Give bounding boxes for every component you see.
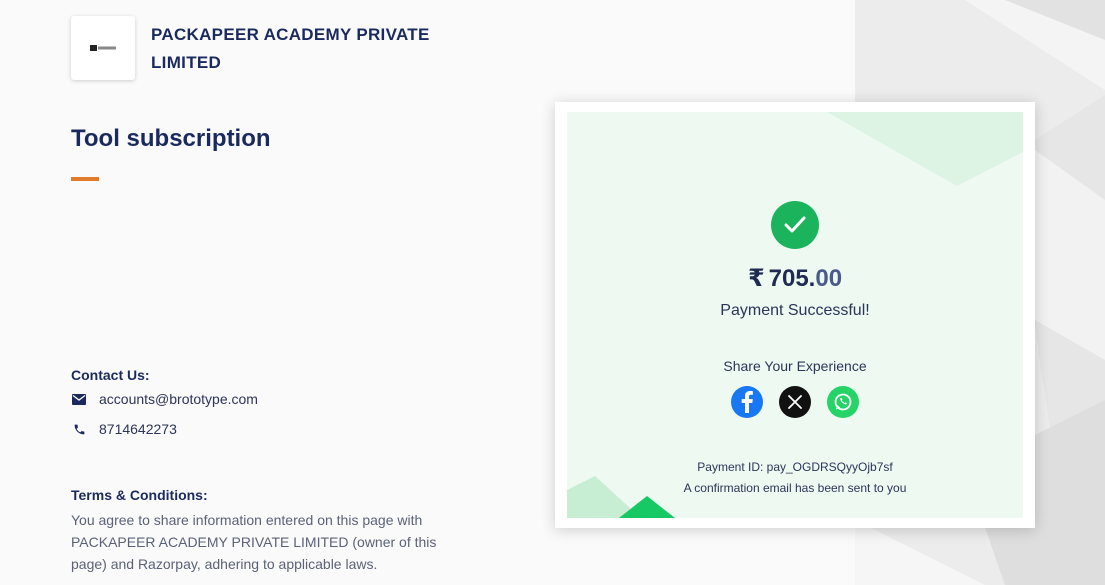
share-heading: Share Your Experience	[723, 358, 867, 374]
payment-success-card: ₹705.00 Payment Successful! Share Your E…	[555, 102, 1035, 528]
payment-id: Payment ID: pay_OGDRSQyyOjb7sf	[697, 460, 893, 474]
terms-text: You agree to share information entered o…	[71, 512, 437, 572]
page-title: Tool subscription	[71, 125, 271, 152]
contact-email-link[interactable]: accounts@brototype.com	[99, 391, 258, 407]
mail-icon	[71, 391, 87, 407]
contact-phone-link[interactable]: 8714642273	[99, 421, 177, 437]
payment-amount: ₹705.00	[567, 264, 1023, 293]
share-icons	[567, 386, 1023, 418]
merchant-logo	[71, 16, 135, 80]
merchant-name: PACKAPEER ACADEMY PRIVATE LIMITED	[151, 25, 430, 72]
phone-icon	[71, 421, 87, 437]
terms-heading: Terms & Conditions:	[71, 487, 208, 503]
confirmation-text: A confirmation email has been sent to yo…	[683, 481, 907, 495]
payment-success-panel: ₹705.00 Payment Successful! Share Your E…	[567, 112, 1023, 518]
payment-status: Payment Successful!	[720, 302, 870, 319]
contact-heading: Contact Us:	[71, 367, 150, 383]
success-check-icon	[771, 201, 819, 249]
x-icon[interactable]	[779, 386, 811, 418]
facebook-icon[interactable]	[731, 386, 763, 418]
whatsapp-icon[interactable]	[827, 386, 859, 418]
contact-email-row: accounts@brototype.com	[71, 391, 258, 407]
currency-symbol: ₹	[747, 265, 765, 292]
amount-decimal: 00	[815, 265, 843, 292]
amount-whole: 705.	[768, 265, 816, 292]
contact-phone-row: 8714642273	[71, 421, 177, 437]
title-underline	[71, 177, 99, 181]
